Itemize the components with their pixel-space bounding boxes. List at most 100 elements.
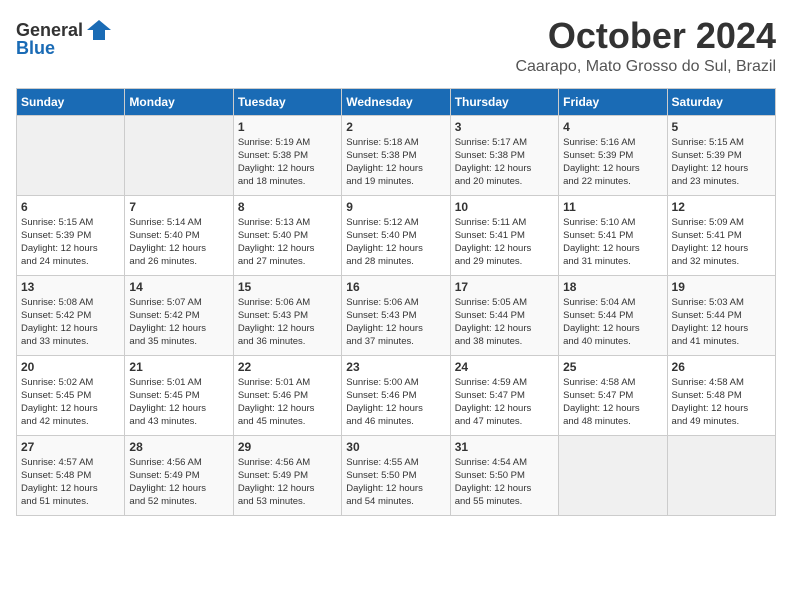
day-info: Sunrise: 5:16 AM Sunset: 5:39 PM Dayligh…	[563, 136, 662, 189]
day-info: Sunrise: 5:11 AM Sunset: 5:41 PM Dayligh…	[455, 216, 554, 269]
day-number: 23	[346, 360, 445, 374]
day-number: 22	[238, 360, 337, 374]
day-number: 19	[672, 280, 771, 294]
calendar-cell: 27 Sunrise: 4:57 AM Sunset: 5:48 PM Dayli…	[17, 435, 125, 515]
day-number: 5	[672, 120, 771, 134]
weekday-header-row: SundayMondayTuesdayWednesdayThursdayFrid…	[17, 88, 776, 115]
location-title: Caarapo, Mato Grosso do Sul, Brazil	[515, 58, 776, 76]
day-number: 13	[21, 280, 120, 294]
calendar-cell: 14 Sunrise: 5:07 AM Sunset: 5:42 PM Dayli…	[125, 275, 233, 355]
day-info: Sunrise: 4:58 AM Sunset: 5:48 PM Dayligh…	[672, 376, 771, 429]
calendar-cell: 4 Sunrise: 5:16 AM Sunset: 5:39 PM Daylig…	[559, 115, 667, 195]
logo: General Blue	[16, 16, 113, 59]
day-number: 21	[129, 360, 228, 374]
day-info: Sunrise: 4:56 AM Sunset: 5:49 PM Dayligh…	[238, 456, 337, 509]
page-header: General Blue October 2024 Caarapo, Mato …	[16, 16, 776, 76]
day-number: 10	[455, 200, 554, 214]
day-info: Sunrise: 4:55 AM Sunset: 5:50 PM Dayligh…	[346, 456, 445, 509]
day-number: 12	[672, 200, 771, 214]
calendar-cell: 23 Sunrise: 5:00 AM Sunset: 5:46 PM Dayli…	[342, 355, 450, 435]
day-number: 24	[455, 360, 554, 374]
day-number: 26	[672, 360, 771, 374]
calendar-cell: 7 Sunrise: 5:14 AM Sunset: 5:40 PM Daylig…	[125, 195, 233, 275]
calendar-cell: 26 Sunrise: 4:58 AM Sunset: 5:48 PM Dayli…	[667, 355, 775, 435]
calendar-cell: 6 Sunrise: 5:15 AM Sunset: 5:39 PM Daylig…	[17, 195, 125, 275]
day-number: 25	[563, 360, 662, 374]
day-info: Sunrise: 5:03 AM Sunset: 5:44 PM Dayligh…	[672, 296, 771, 349]
calendar-cell: 16Sunrise: 5:06 AM Sunset: 5:43 PM Dayli…	[342, 275, 450, 355]
day-info: Sunrise: 5:12 AM Sunset: 5:40 PM Dayligh…	[346, 216, 445, 269]
day-number: 9	[346, 200, 445, 214]
calendar-cell	[17, 115, 125, 195]
day-number: 2	[346, 120, 445, 134]
day-number: 8	[238, 200, 337, 214]
weekday-header: Thursday	[450, 88, 558, 115]
day-info: Sunrise: 5:10 AM Sunset: 5:41 PM Dayligh…	[563, 216, 662, 269]
calendar-cell: 18 Sunrise: 5:04 AM Sunset: 5:44 PM Dayli…	[559, 275, 667, 355]
day-info: Sunrise: 5:00 AM Sunset: 5:46 PM Dayligh…	[346, 376, 445, 429]
day-number: 1	[238, 120, 337, 134]
weekday-header: Wednesday	[342, 88, 450, 115]
day-number: 16	[346, 280, 445, 294]
day-info: Sunrise: 5:09 AM Sunset: 5:41 PM Dayligh…	[672, 216, 771, 269]
weekday-header: Saturday	[667, 88, 775, 115]
day-number: 7	[129, 200, 228, 214]
day-info: Sunrise: 5:02 AM Sunset: 5:45 PM Dayligh…	[21, 376, 120, 429]
calendar-week-row: 6 Sunrise: 5:15 AM Sunset: 5:39 PM Daylig…	[17, 195, 776, 275]
month-title: October 2024	[515, 16, 776, 56]
calendar-cell: 10 Sunrise: 5:11 AM Sunset: 5:41 PM Dayli…	[450, 195, 558, 275]
day-number: 30	[346, 440, 445, 454]
calendar-cell: 30 Sunrise: 4:55 AM Sunset: 5:50 PM Dayli…	[342, 435, 450, 515]
day-number: 18	[563, 280, 662, 294]
day-info: Sunrise: 5:07 AM Sunset: 5:42 PM Dayligh…	[129, 296, 228, 349]
calendar-week-row: 1 Sunrise: 5:19 AM Sunset: 5:38 PM Daylig…	[17, 115, 776, 195]
calendar-week-row: 20 Sunrise: 5:02 AM Sunset: 5:45 PM Dayli…	[17, 355, 776, 435]
calendar-cell: 13 Sunrise: 5:08 AM Sunset: 5:42 PM Dayli…	[17, 275, 125, 355]
weekday-header: Monday	[125, 88, 233, 115]
calendar-cell: 15 Sunrise: 5:06 AM Sunset: 5:43 PM Dayli…	[233, 275, 341, 355]
calendar-cell: 11 Sunrise: 5:10 AM Sunset: 5:41 PM Dayli…	[559, 195, 667, 275]
calendar-cell: 3 Sunrise: 5:17 AM Sunset: 5:38 PM Daylig…	[450, 115, 558, 195]
day-number: 3	[455, 120, 554, 134]
day-number: 14	[129, 280, 228, 294]
calendar-cell: 22Sunrise: 5:01 AM Sunset: 5:46 PM Dayli…	[233, 355, 341, 435]
calendar-cell: 28 Sunrise: 4:56 AM Sunset: 5:49 PM Dayli…	[125, 435, 233, 515]
day-number: 27	[21, 440, 120, 454]
day-info: Sunrise: 5:13 AM Sunset: 5:40 PM Dayligh…	[238, 216, 337, 269]
calendar-cell: 5Sunrise: 5:15 AM Sunset: 5:39 PM Daylig…	[667, 115, 775, 195]
calendar-cell: 2Sunrise: 5:18 AM Sunset: 5:38 PM Daylig…	[342, 115, 450, 195]
day-number: 15	[238, 280, 337, 294]
day-info: Sunrise: 5:05 AM Sunset: 5:44 PM Dayligh…	[455, 296, 554, 349]
day-info: Sunrise: 5:15 AM Sunset: 5:39 PM Dayligh…	[21, 216, 120, 269]
calendar-cell: 25 Sunrise: 4:58 AM Sunset: 5:47 PM Dayli…	[559, 355, 667, 435]
day-info: Sunrise: 4:58 AM Sunset: 5:47 PM Dayligh…	[563, 376, 662, 429]
calendar-cell: 20 Sunrise: 5:02 AM Sunset: 5:45 PM Dayli…	[17, 355, 125, 435]
day-info: Sunrise: 5:01 AM Sunset: 5:45 PM Dayligh…	[129, 376, 228, 429]
calendar-cell: 17 Sunrise: 5:05 AM Sunset: 5:44 PM Dayli…	[450, 275, 558, 355]
calendar-header: SundayMondayTuesdayWednesdayThursdayFrid…	[17, 88, 776, 115]
day-number: 4	[563, 120, 662, 134]
day-number: 6	[21, 200, 120, 214]
day-info: Sunrise: 4:56 AM Sunset: 5:49 PM Dayligh…	[129, 456, 228, 509]
day-info: Sunrise: 4:59 AM Sunset: 5:47 PM Dayligh…	[455, 376, 554, 429]
day-info: Sunrise: 5:17 AM Sunset: 5:38 PM Dayligh…	[455, 136, 554, 189]
day-info: Sunrise: 4:57 AM Sunset: 5:48 PM Dayligh…	[21, 456, 120, 509]
day-info: Sunrise: 5:19 AM Sunset: 5:38 PM Dayligh…	[238, 136, 337, 189]
logo-icon	[85, 16, 113, 44]
day-number: 20	[21, 360, 120, 374]
day-info: Sunrise: 5:14 AM Sunset: 5:40 PM Dayligh…	[129, 216, 228, 269]
day-info: Sunrise: 5:04 AM Sunset: 5:44 PM Dayligh…	[563, 296, 662, 349]
calendar-cell: 8 Sunrise: 5:13 AM Sunset: 5:40 PM Daylig…	[233, 195, 341, 275]
calendar-table: SundayMondayTuesdayWednesdayThursdayFrid…	[16, 88, 776, 516]
day-number: 11	[563, 200, 662, 214]
calendar-cell	[559, 435, 667, 515]
weekday-header: Sunday	[17, 88, 125, 115]
title-block: October 2024 Caarapo, Mato Grosso do Sul…	[515, 16, 776, 76]
calendar-body: 1 Sunrise: 5:19 AM Sunset: 5:38 PM Daylig…	[17, 115, 776, 515]
calendar-cell: 19 Sunrise: 5:03 AM Sunset: 5:44 PM Dayli…	[667, 275, 775, 355]
calendar-cell: 9 Sunrise: 5:12 AM Sunset: 5:40 PM Daylig…	[342, 195, 450, 275]
day-info: Sunrise: 5:08 AM Sunset: 5:42 PM Dayligh…	[21, 296, 120, 349]
day-number: 28	[129, 440, 228, 454]
day-info: Sunrise: 5:06 AM Sunset: 5:43 PM Dayligh…	[238, 296, 337, 349]
day-number: 17	[455, 280, 554, 294]
